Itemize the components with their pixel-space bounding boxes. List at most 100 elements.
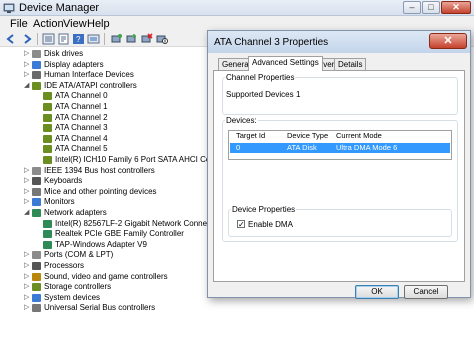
column-target-id[interactable]: Target Id (236, 131, 265, 141)
tree-item-label: Ports (COM & LPT) (44, 250, 114, 260)
tree-category[interactable]: ▷ Sound, video and game controllers (0, 272, 210, 283)
expand-arrow-icon[interactable]: ▷ (24, 60, 32, 70)
device-icon (32, 198, 41, 207)
svg-text:?: ? (76, 35, 81, 44)
expand-arrow-icon[interactable]: ▷ (24, 176, 32, 186)
cancel-button[interactable]: Cancel (404, 285, 448, 299)
help-icon[interactable]: ? (72, 33, 85, 45)
device-icon (43, 134, 52, 143)
device-icon (43, 103, 52, 111)
scan-hardware-icon[interactable] (110, 33, 123, 45)
tree-category[interactable]: ▷ Disk drives (0, 49, 210, 60)
dialog-close-button[interactable]: ✕ (429, 33, 467, 49)
menu-action[interactable]: Action (33, 18, 64, 30)
forward-icon[interactable] (20, 33, 33, 45)
minimize-button[interactable]: – (403, 1, 421, 14)
expand-arrow-icon[interactable]: ▷ (24, 293, 32, 303)
tree-category[interactable]: ▷ Storage controllers (0, 282, 210, 293)
expand-arrow-icon[interactable]: ▷ (24, 250, 32, 260)
table-row[interactable]: 0 ATA Disk Ultra DMA Mode 6 (230, 143, 450, 153)
tree-item-label: IDE ATA/ATAPI controllers (44, 80, 137, 90)
tree-item-label: Keyboards (44, 176, 83, 186)
device-icon (43, 219, 52, 228)
menu-file[interactable]: File (10, 18, 28, 30)
tree-category[interactable]: ▷ Display adapters (0, 60, 210, 71)
tree-item-label: Universal Serial Bus controllers (44, 303, 156, 313)
expand-arrow-icon[interactable]: ▷ (24, 49, 32, 59)
tree-category[interactable]: ▷ Mice and other pointing devices (0, 187, 210, 198)
tree-category[interactable]: ◢ IDE ATA/ATAPI controllers (0, 81, 210, 92)
expand-arrow-icon[interactable]: ▷ (24, 197, 32, 207)
device-icon (32, 177, 41, 186)
tree-category[interactable]: ▷ Processors (0, 261, 210, 272)
tree-device[interactable]: Intel(R) ICH10 Family 6 Port SATA AHCI C… (0, 155, 235, 166)
maximize-button[interactable]: □ (422, 1, 440, 14)
device-properties-label: Device Properties (231, 205, 297, 214)
tree-category[interactable]: ▷ System devices (0, 293, 210, 304)
tree-item-label: Intel(R) 82567LF-2 Gigabit Network Conne… (55, 218, 224, 228)
uninstall-icon[interactable] (140, 33, 153, 45)
tree-item-label: Processors (44, 261, 85, 270)
device-icon (43, 240, 52, 249)
close-button[interactable]: ✕ (441, 1, 471, 14)
collapse-arrow-icon[interactable]: ◢ (24, 81, 32, 91)
expand-arrow-icon[interactable]: ▷ (24, 272, 32, 282)
menu-help[interactable]: Help (87, 18, 110, 30)
dialog-titlebar: ATA Channel 3 Properties ✕ (208, 31, 470, 53)
tree-category[interactable]: ▷ Keyboards (0, 176, 210, 187)
device-icon (32, 60, 41, 69)
expand-arrow-icon[interactable]: ▷ (24, 303, 32, 313)
tree-device[interactable]: ATA Channel 0 (0, 91, 210, 102)
tab-advanced-settings[interactable]: Advanced Settings (248, 56, 323, 71)
ok-button[interactable]: OK (355, 285, 399, 299)
device-icon (32, 81, 41, 90)
tree-item-label: Mice and other pointing devices (44, 186, 157, 196)
tree-item-label: IEEE 1394 Bus host controllers (44, 165, 155, 175)
collapse-arrow-icon[interactable]: ◢ (24, 208, 32, 218)
device-icon (32, 272, 41, 281)
tree-device[interactable]: ATA Channel 2 (0, 113, 210, 124)
row-current-mode: Ultra DMA Mode 6 (336, 143, 398, 152)
enable-dma-checkbox[interactable]: ✓ (237, 220, 245, 229)
tree-item-label: Disk drives (44, 49, 84, 58)
tree-view-icon[interactable] (42, 33, 55, 45)
view-icon[interactable] (87, 33, 100, 45)
device-icon (32, 304, 41, 313)
tree-device[interactable]: ATA Channel 1 (0, 102, 210, 113)
tree-device[interactable]: Intel(R) 82567LF-2 Gigabit Network Conne… (0, 219, 224, 230)
tree-device[interactable]: ATA Channel 4 (0, 134, 210, 145)
expand-arrow-icon[interactable]: ▷ (24, 282, 32, 292)
enable-dma-label: Enable DMA (248, 220, 293, 229)
tree-item-label: Monitors (44, 197, 75, 207)
tree-device[interactable]: TAP-Windows Adapter V9 (0, 240, 210, 251)
device-icon (32, 283, 41, 292)
device-icon (43, 124, 52, 133)
tree-category[interactable]: ▷ Ports (COM & LPT) (0, 250, 210, 261)
tree-category[interactable]: ▷ IEEE 1394 Bus host controllers (0, 166, 210, 177)
column-current-mode[interactable]: Current Mode (336, 131, 382, 141)
expand-arrow-icon[interactable]: ▷ (24, 187, 32, 197)
back-icon[interactable] (5, 33, 18, 45)
expand-arrow-icon[interactable]: ▷ (24, 70, 32, 80)
column-device-type[interactable]: Device Type (287, 131, 328, 141)
device-icon (32, 166, 41, 175)
devices-list[interactable]: Target Id Device Type Current Mode 0 ATA… (228, 130, 452, 160)
expand-arrow-icon[interactable]: ▷ (24, 166, 32, 176)
tree-category[interactable]: ▷ Monitors (0, 197, 210, 208)
properties-dialog: ATA Channel 3 Properties ✕ General Advan… (207, 30, 471, 299)
properties-icon[interactable] (57, 33, 70, 45)
menu-view[interactable]: View (63, 18, 87, 30)
tree-device[interactable]: ATA Channel 3 (0, 123, 210, 134)
tree-category[interactable]: ▷ Universal Serial Bus controllers (0, 303, 210, 314)
tree-device[interactable]: Realtek PCIe GBE Family Controller (0, 229, 210, 240)
device-icon (32, 251, 41, 260)
tree-category[interactable]: ▷ Human Interface Devices (0, 70, 210, 81)
tree-device[interactable]: ATA Channel 5 (0, 144, 210, 155)
advanced-settings-panel: Channel Properties Supported Devices 1 D… (213, 70, 465, 282)
devices-group-label: Devices: (225, 116, 258, 125)
tree-category[interactable]: ◢ Network adapters (0, 208, 210, 219)
disable-device-icon[interactable] (155, 33, 168, 45)
menu-bar: File Action View Help (0, 16, 474, 31)
expand-arrow-icon[interactable]: ▷ (24, 261, 32, 271)
update-driver-icon[interactable] (125, 33, 138, 45)
